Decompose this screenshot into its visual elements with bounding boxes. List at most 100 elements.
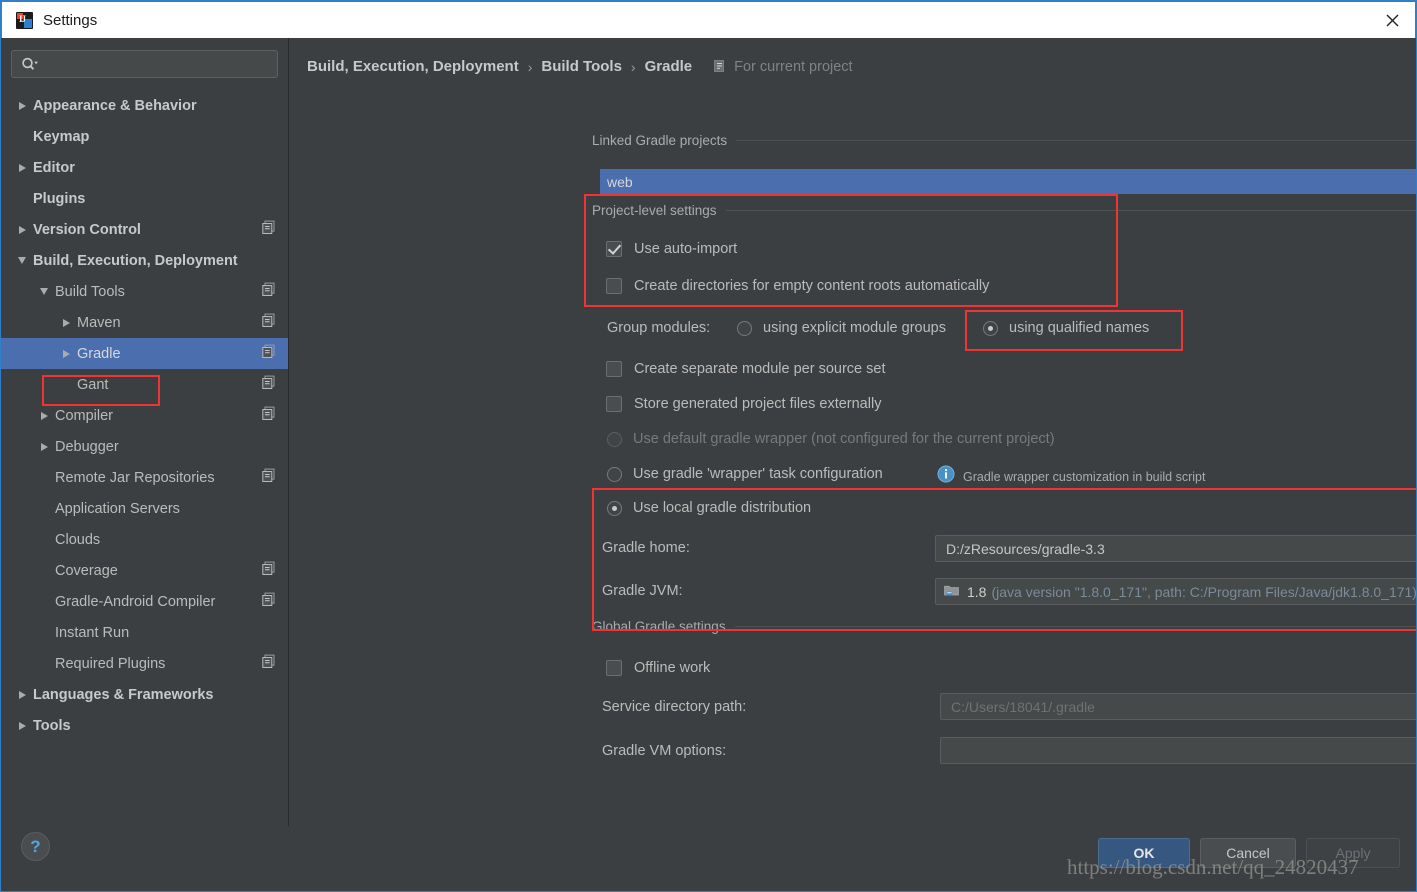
offline-work-label: Offline work	[634, 660, 711, 676]
task-wrapper-row[interactable]: Use gradle 'wrapper' task configuration	[607, 466, 883, 482]
cancel-button[interactable]: Cancel	[1200, 838, 1296, 868]
sidebar-item-remote-jar-repositories[interactable]: Remote Jar Repositories	[1, 462, 288, 493]
sidebar-item-maven[interactable]: Maven	[1, 307, 288, 338]
wrapper-hint: Gradle wrapper customization in build sc…	[937, 465, 1205, 488]
default-wrapper-row[interactable]: Use default gradle wrapper (not configur…	[607, 431, 1055, 447]
breadcrumb-separator: ›	[527, 58, 533, 75]
project-scope-icon	[262, 220, 276, 239]
chevron-right-icon[interactable]	[11, 101, 33, 110]
sidebar-item-label: Compiler	[55, 407, 114, 424]
chevron-right-icon[interactable]	[33, 411, 55, 420]
sidebar-item-build-tools[interactable]: Build Tools	[1, 276, 288, 307]
offline-work-row[interactable]: Offline work	[606, 660, 710, 676]
store-external-row[interactable]: Store generated project files externally	[606, 396, 881, 412]
separate-module-row[interactable]: Create separate module per source set	[606, 361, 885, 377]
sidebar-item-label: Application Servers	[55, 500, 180, 517]
task-wrapper-radio[interactable]	[607, 466, 622, 482]
sidebar-item-keymap[interactable]: Keymap	[1, 121, 288, 152]
store-external-label: Store generated project files externally	[634, 396, 882, 412]
help-button[interactable]: ?	[21, 832, 50, 861]
window-title: Settings	[43, 11, 98, 29]
gradle-home-input[interactable]: D:/zResources/gradle-3.3	[935, 535, 1416, 562]
sidebar-item-gradle[interactable]: Gradle	[1, 338, 288, 369]
group-modules-qualified-row[interactable]: using qualified names	[983, 320, 1149, 336]
vm-options-input[interactable]	[940, 737, 1416, 764]
use-auto-import-checkbox[interactable]	[606, 241, 622, 257]
breadcrumb-item-gradle: Gradle	[644, 58, 693, 75]
apply-button[interactable]: Apply	[1306, 838, 1400, 868]
store-external-checkbox[interactable]	[606, 396, 622, 412]
breadcrumb-separator: ›	[630, 58, 636, 75]
chevron-right-icon[interactable]	[33, 442, 55, 451]
service-directory-label: Service directory path:	[602, 699, 747, 715]
service-directory-input[interactable]: C:/Users/18041/.gradle	[940, 693, 1416, 720]
ok-button[interactable]: OK	[1098, 838, 1190, 868]
use-auto-import-row[interactable]: Use auto-import	[606, 241, 737, 257]
sidebar-item-gradle-android-compiler[interactable]: Gradle-Android Compiler	[1, 586, 288, 617]
sidebar-item-label: Tools	[33, 717, 71, 734]
global-settings-title: Global Gradle settings	[592, 619, 726, 634]
project-scope-icon	[262, 406, 276, 425]
sidebar-item-appearance-behavior[interactable]: Appearance & Behavior	[1, 90, 288, 121]
sidebar-item-debugger[interactable]: Debugger	[1, 431, 288, 462]
chevron-right-icon[interactable]	[55, 349, 77, 358]
sidebar-item-label: Build, Execution, Deployment	[33, 252, 238, 269]
project-scope-icon	[262, 561, 276, 580]
intellij-idea-logo-icon: IJ	[16, 11, 33, 29]
dialog-body: Appearance & Behavior Keymap Editor Plugins…	[1, 38, 1416, 826]
divider	[734, 626, 1416, 627]
sidebar-item-editor[interactable]: Editor	[1, 152, 288, 183]
wrapper-hint-label: Gradle wrapper customization in build sc…	[963, 469, 1206, 484]
search-input[interactable]	[11, 50, 278, 78]
sidebar-item-label: Languages & Frameworks	[33, 686, 214, 703]
sidebar-item-label: Editor	[33, 159, 75, 176]
sidebar-item-label: Required Plugins	[55, 655, 166, 672]
chevron-right-icon[interactable]	[11, 163, 33, 172]
group-modules-label: Group modules:	[607, 320, 711, 336]
gradle-jvm-combobox[interactable]: 1.8 (java version "1.8.0_171", path: C:/…	[935, 578, 1416, 605]
sidebar-item-required-plugins[interactable]: Required Plugins	[1, 648, 288, 679]
chevron-right-icon[interactable]	[11, 225, 33, 234]
create-directories-checkbox[interactable]	[606, 278, 622, 294]
sidebar-item-label: Gradle-Android Compiler	[55, 593, 216, 610]
gradle-jvm-label: Gradle JVM:	[602, 583, 683, 599]
group-modules-qualified-radio[interactable]	[983, 320, 998, 336]
gradle-settings-panel: Build, Execution, Deployment › Build Too…	[289, 38, 1416, 826]
group-modules-explicit-row[interactable]: using explicit module groups	[737, 320, 946, 336]
sidebar-item-tools[interactable]: Tools	[1, 710, 288, 741]
sidebar-item-label: Version Control	[33, 221, 141, 238]
linked-projects-title: Linked Gradle projects	[592, 133, 728, 148]
chevron-right-icon[interactable]	[11, 721, 33, 730]
default-wrapper-radio[interactable]	[607, 431, 622, 447]
linked-project-list-item[interactable]: web	[600, 169, 1416, 194]
sidebar-item-version-control[interactable]: Version Control	[1, 214, 288, 245]
group-modules-explicit-label: using explicit module groups	[763, 320, 946, 336]
local-distribution-row[interactable]: Use local gradle distribution	[607, 500, 811, 516]
local-distribution-radio[interactable]	[607, 500, 622, 516]
group-modules-qualified-label: using qualified names	[1009, 320, 1150, 336]
chevron-down-icon[interactable]	[33, 288, 55, 295]
sidebar-item-label: Remote Jar Repositories	[55, 469, 215, 486]
sidebar-item-languages-frameworks[interactable]: Languages & Frameworks	[1, 679, 288, 710]
sidebar-item-clouds[interactable]: Clouds	[1, 524, 288, 555]
offline-work-checkbox[interactable]	[606, 660, 622, 676]
chevron-right-icon[interactable]	[11, 690, 33, 699]
close-icon[interactable]	[1369, 2, 1415, 38]
breadcrumb-item-build-execution-deployment: Build, Execution, Deployment	[307, 58, 519, 75]
breadcrumb: Build, Execution, Deployment › Build Too…	[289, 38, 1416, 75]
sidebar-item-instant-run[interactable]: Instant Run	[1, 617, 288, 648]
create-directories-row[interactable]: Create directories for empty content roo…	[606, 278, 989, 294]
create-directories-label: Create directories for empty content roo…	[634, 278, 990, 294]
sidebar-item-plugins[interactable]: Plugins	[1, 183, 288, 214]
chevron-right-icon[interactable]	[55, 318, 77, 327]
sidebar-item-build-execution-deployment[interactable]: Build, Execution, Deployment	[1, 245, 288, 276]
chevron-down-icon[interactable]	[11, 257, 33, 264]
group-modules-explicit-radio[interactable]	[737, 320, 752, 336]
sidebar-item-coverage[interactable]: Coverage	[1, 555, 288, 586]
sidebar-item-gant[interactable]: Gant	[1, 369, 288, 400]
separate-module-checkbox[interactable]	[606, 361, 622, 377]
sidebar-item-label: Instant Run	[55, 624, 130, 641]
sidebar-item-label: Plugins	[33, 190, 86, 207]
sidebar-item-application-servers[interactable]: Application Servers	[1, 493, 288, 524]
sidebar-item-compiler[interactable]: Compiler	[1, 400, 288, 431]
